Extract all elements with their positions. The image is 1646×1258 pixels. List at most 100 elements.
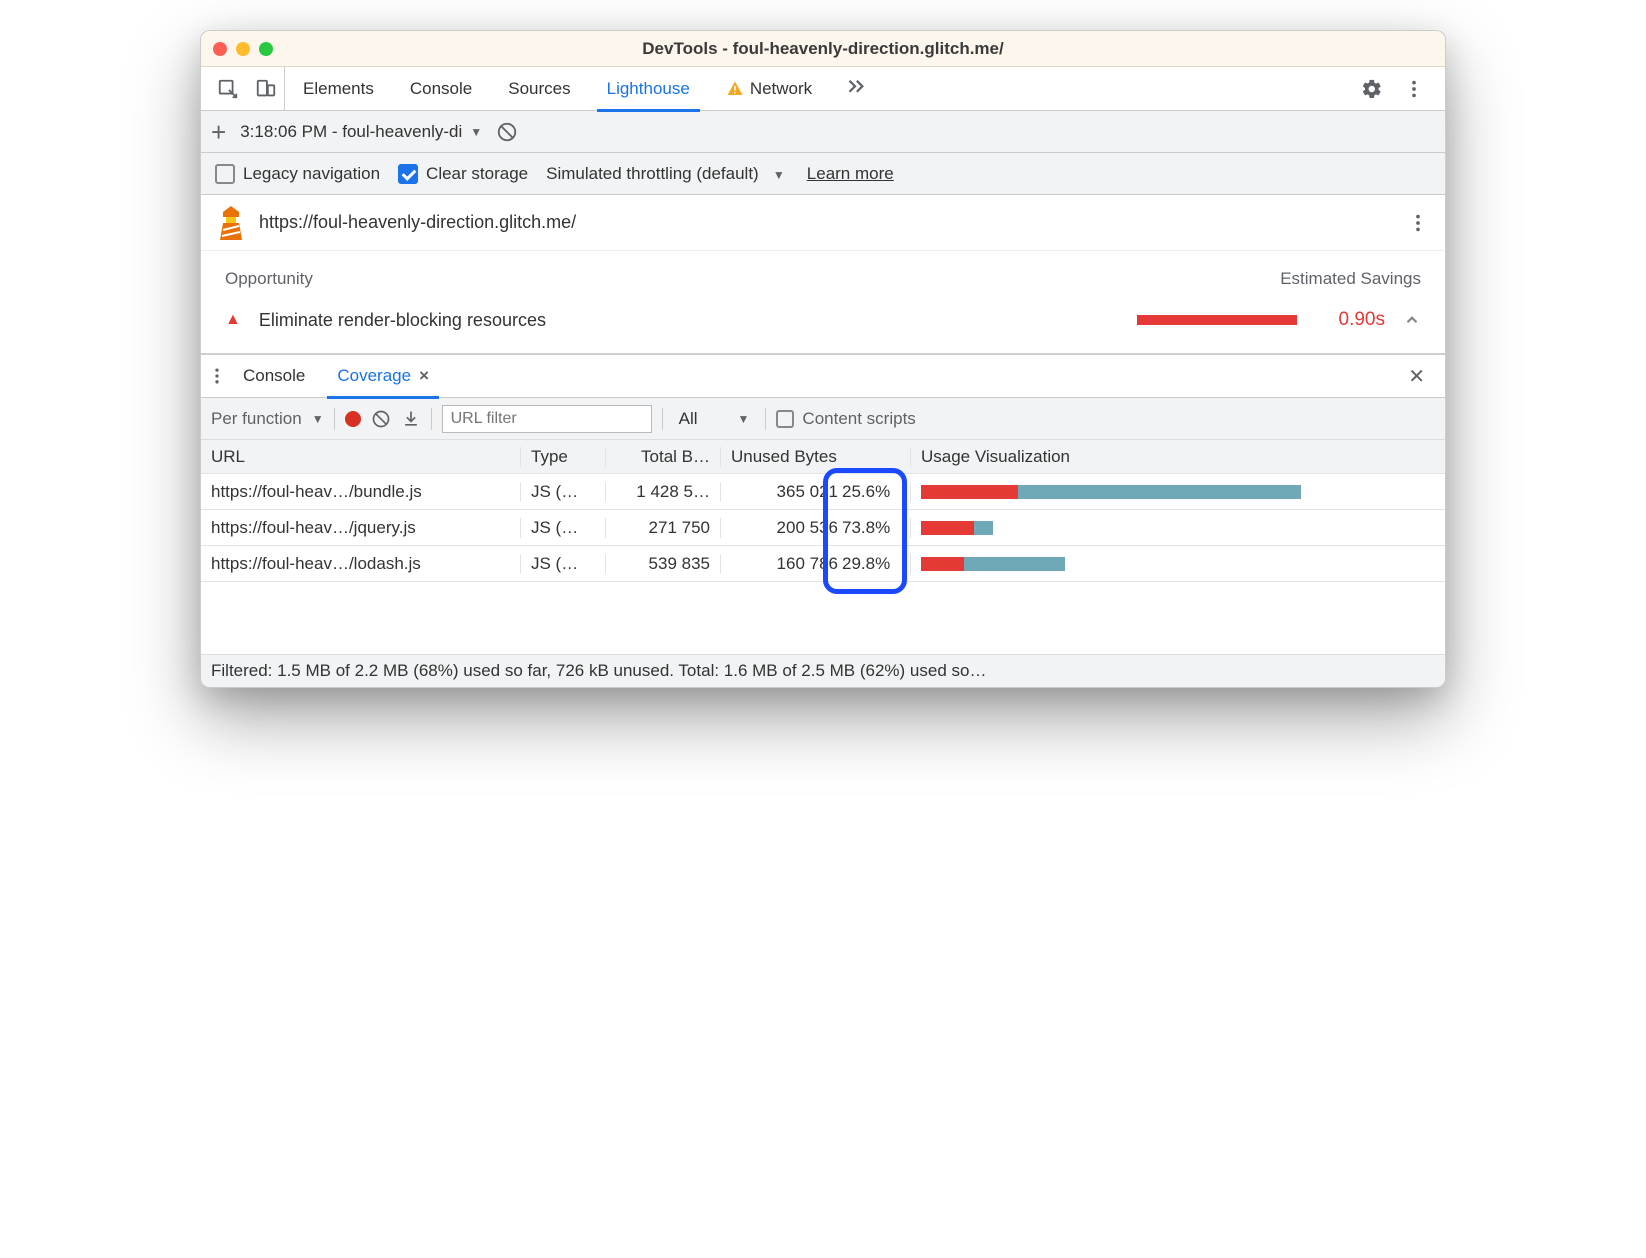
savings-value: 0.90s [1315,309,1385,331]
tab-network[interactable]: Network [708,67,830,111]
clear-button[interactable] [371,409,391,429]
close-drawer-icon[interactable]: ✕ [1394,364,1439,389]
session-dropdown[interactable]: 3:18:06 PM - foul-heavenly-di ▼ [240,122,482,142]
checkbox-icon [398,164,418,184]
tab-elements[interactable]: Elements [285,67,392,111]
tab-label: Elements [303,79,374,99]
drawer-tab-console[interactable]: Console [227,354,321,398]
col-unused[interactable]: Unused Bytes [721,447,911,467]
col-total[interactable]: Total B… [606,447,721,467]
coverage-mode-dropdown[interactable]: Per function ▼ [211,409,324,429]
warning-icon [726,80,744,98]
checkbox-label: Clear storage [426,164,528,184]
cell-type: JS (… [521,482,606,502]
report-url-row: https://foul-heavenly-direction.glitch.m… [201,195,1445,251]
cell-viz [911,485,1445,499]
chevron-down-icon: ▼ [738,412,750,426]
cell-unused: 200 53673.8% [721,518,911,538]
devtools-window: DevTools - foul-heavenly-direction.glitc… [200,30,1446,688]
main-tabs: Elements Console Sources Lighthouse Netw… [285,67,1353,111]
settings-icon[interactable] [1353,67,1391,111]
tab-label: Console [243,366,305,386]
report-menu-icon[interactable] [1407,212,1429,234]
separator [431,408,432,430]
kebab-menu-icon[interactable] [1395,67,1433,111]
cell-viz [911,557,1445,571]
opportunity-row[interactable]: ▲ Eliminate render-blocking resources 0.… [201,297,1445,353]
checkbox-icon [776,410,794,428]
clear-storage-checkbox[interactable]: Clear storage [398,164,528,184]
savings-bar [1137,315,1297,325]
separator [765,408,766,430]
savings-col: Estimated Savings [1280,269,1421,289]
table-row[interactable]: https://foul-heav…/lodash.jsJS (…539 835… [201,546,1445,582]
cell-unused: 160 78629.8% [721,554,911,574]
tab-label: Console [410,79,472,99]
cell-type: JS (… [521,518,606,538]
tab-lighthouse[interactable]: Lighthouse [589,67,708,111]
chevron-up-icon [1403,311,1421,329]
cell-type: JS (… [521,554,606,574]
triangle-icon: ▲ [225,311,241,329]
clear-icon[interactable] [496,121,518,143]
tab-label: Lighthouse [607,79,690,99]
opportunity-header: Opportunity Estimated Savings [201,251,1445,297]
table-row[interactable]: https://foul-heav…/bundle.jsJS (…1 428 5… [201,474,1445,510]
inspect-element-icon[interactable] [209,67,247,111]
type-filter-label: All [679,409,698,429]
device-toggle-icon[interactable] [247,67,285,111]
coverage-toolbar: Per function ▼ All ▼ Content scripts [201,398,1445,440]
new-report-button[interactable]: + [211,119,226,145]
cell-unused: 365 02125.6% [721,482,911,502]
record-button[interactable] [345,411,361,427]
cell-url: https://foul-heav…/jquery.js [201,518,521,538]
more-tabs-icon[interactable] [830,67,880,111]
record-icon [345,411,361,427]
table-row[interactable]: https://foul-heav…/jquery.jsJS (…271 750… [201,510,1445,546]
tab-label: Coverage [337,366,411,386]
col-viz[interactable]: Usage Visualization [911,447,1445,467]
chevron-down-icon: ▼ [312,412,324,426]
throttling-dropdown[interactable]: Simulated throttling (default) ▼ [546,164,785,184]
chevron-down-icon: ▼ [470,125,482,139]
cell-url: https://foul-heav…/lodash.js [201,554,521,574]
tab-label: Network [750,79,812,99]
type-filter-dropdown[interactable]: All ▼ [673,409,756,429]
main-toolbar: Elements Console Sources Lighthouse Netw… [201,67,1445,111]
export-button[interactable] [401,409,421,429]
window-title: DevTools - foul-heavenly-direction.glitc… [201,39,1445,59]
lighthouse-options: Legacy navigation Clear storage Simulate… [201,153,1445,195]
cell-total: 271 750 [606,518,721,538]
learn-more-link[interactable]: Learn more [807,164,894,184]
cell-total: 1 428 5… [606,482,721,502]
chevron-down-icon: ▼ [773,168,785,182]
lighthouse-icon [217,206,245,240]
drawer-tabs: Console Coverage × ✕ [201,354,1445,398]
cell-url: https://foul-heav…/bundle.js [201,482,521,502]
tab-sources[interactable]: Sources [490,67,588,111]
drawer-tab-coverage[interactable]: Coverage × [321,354,445,398]
lighthouse-session-bar: + 3:18:06 PM - foul-heavenly-di ▼ [201,111,1445,153]
content-scripts-checkbox[interactable]: Content scripts [776,409,915,429]
report-url: https://foul-heavenly-direction.glitch.m… [259,212,1393,233]
mode-label: Per function [211,409,302,429]
drawer-menu-icon[interactable] [207,366,227,386]
cell-total: 539 835 [606,554,721,574]
tab-console[interactable]: Console [392,67,490,111]
coverage-table: URL Type Total B… Unused Bytes Usage Vis… [201,440,1445,654]
titlebar: DevTools - foul-heavenly-direction.glitc… [201,31,1445,67]
separator [662,408,663,430]
legacy-navigation-checkbox[interactable]: Legacy navigation [215,164,380,184]
separator [334,408,335,430]
url-filter-input[interactable] [442,405,652,433]
col-url[interactable]: URL [201,447,521,467]
close-tab-icon[interactable]: × [419,366,429,386]
checkbox-icon [215,164,235,184]
session-label: 3:18:06 PM - foul-heavenly-di [240,122,462,142]
table-body: https://foul-heav…/bundle.jsJS (…1 428 5… [201,474,1445,654]
tab-label: Sources [508,79,570,99]
throttling-label: Simulated throttling (default) [546,164,759,183]
col-type[interactable]: Type [521,447,606,467]
opportunity-col: Opportunity [225,269,313,289]
cell-viz [911,521,1445,535]
